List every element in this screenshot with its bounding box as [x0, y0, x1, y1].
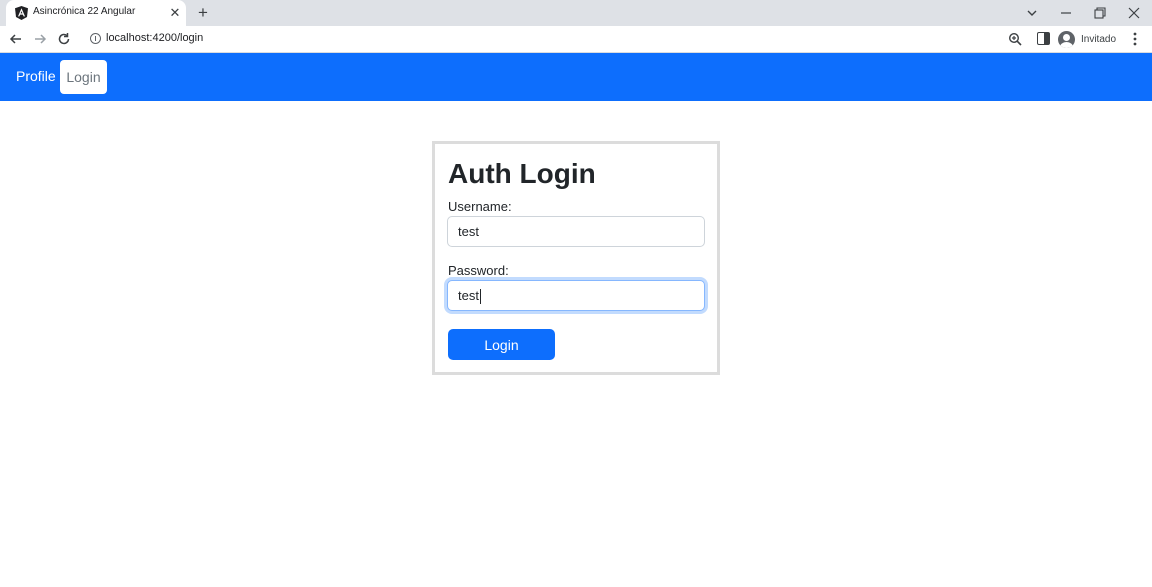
page-title: Auth Login	[448, 158, 596, 189]
arrow-right-icon[interactable]	[32, 31, 48, 47]
address-bar[interactable]: localhost:4200/login	[82, 28, 1032, 50]
profile-button[interactable]: Invitado	[1058, 29, 1116, 49]
password-input[interactable]	[447, 280, 705, 311]
side-panel-icon[interactable]	[1037, 32, 1050, 45]
text-caret	[480, 289, 481, 304]
minimize-icon[interactable]	[1058, 5, 1074, 21]
app-navbar: Profile Login	[0, 53, 1152, 101]
info-icon[interactable]	[90, 33, 101, 44]
kebab-menu-icon[interactable]	[1128, 31, 1142, 47]
profile-name: Invitado	[1081, 33, 1117, 45]
login-card: Auth Login Username: Password: Login	[432, 141, 720, 375]
nav-link-profile[interactable]: Profile	[16, 68, 56, 84]
reload-icon[interactable]	[56, 31, 72, 47]
tab-search-icon[interactable]	[1024, 5, 1040, 21]
close-tab-icon[interactable]: ✕	[168, 6, 182, 20]
arrow-left-icon[interactable]	[8, 31, 24, 47]
username-label: Username:	[448, 199, 512, 214]
url-text[interactable]: localhost:4200/login	[106, 32, 203, 44]
restore-icon[interactable]	[1092, 5, 1108, 21]
close-window-icon[interactable]	[1126, 5, 1142, 21]
zoom-icon[interactable]	[1007, 31, 1023, 47]
nav-link-login[interactable]: Login	[60, 60, 107, 94]
username-input[interactable]	[447, 216, 705, 247]
browser-toolbar: localhost:4200/login	[0, 26, 1152, 53]
browser-tab-strip: Asincrónica 22 Angular ✕ +	[0, 0, 1152, 26]
tab-title: Asincrónica 22 Angular	[33, 6, 136, 17]
avatar-icon	[1058, 30, 1075, 48]
login-button[interactable]: Login	[448, 329, 555, 360]
angular-icon	[15, 6, 28, 20]
password-label: Password:	[448, 263, 509, 278]
new-tab-button[interactable]: +	[195, 4, 211, 21]
browser-tab[interactable]: Asincrónica 22 Angular ✕	[6, 0, 186, 26]
